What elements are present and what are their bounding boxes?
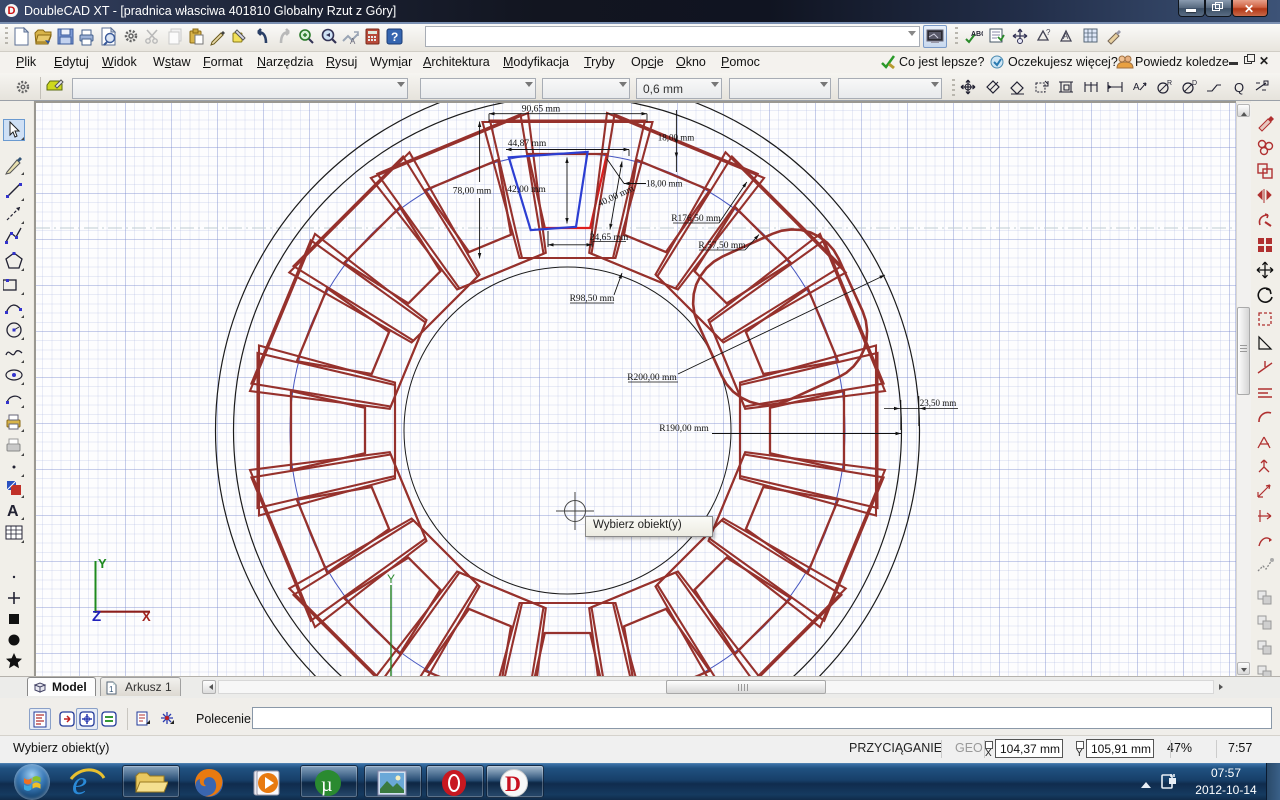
svg-text:R200,00 mm: R200,00 mm — [627, 373, 677, 383]
svg-text:1: 1 — [109, 685, 114, 694]
svg-text:µ: µ — [321, 774, 333, 796]
svg-text:Y: Y — [1076, 748, 1083, 758]
svg-text:A: A — [1133, 82, 1140, 93]
svg-text:A: A — [7, 503, 19, 520]
svg-text:D: D — [1192, 80, 1197, 87]
svg-text:R190,00 mm: R190,00 mm — [659, 424, 709, 434]
svg-text:23,50 mm: 23,50 mm — [920, 398, 957, 408]
svg-text:?: ? — [391, 30, 398, 44]
svg-text:42,00 mm: 42,00 mm — [507, 185, 546, 195]
svg-text:Z: Z — [92, 608, 101, 625]
svg-text:ABC: ABC — [971, 31, 983, 38]
svg-text:A: A — [1063, 32, 1069, 41]
svg-text:Y: Y — [98, 556, 107, 571]
svg-text:90,65 mm: 90,65 mm — [522, 105, 561, 115]
svg-text:18,00 mm: 18,00 mm — [646, 179, 683, 189]
svg-text:R: R — [1167, 80, 1172, 87]
svg-text:R,57,50 mm: R,57,50 mm — [698, 241, 746, 251]
svg-text:A: A — [350, 37, 356, 46]
svg-text:X: X — [142, 609, 151, 624]
svg-text:Q: Q — [1234, 80, 1244, 95]
svg-text:Y: Y — [387, 572, 395, 586]
svg-text:78,00 mm: 78,00 mm — [453, 187, 492, 197]
svg-text:R176,50 mm: R176,50 mm — [671, 214, 721, 224]
svg-text:?: ? — [1046, 28, 1051, 37]
svg-text:R98,50 mm: R98,50 mm — [570, 294, 615, 304]
svg-text:X: X — [985, 748, 992, 758]
svg-text:44,87 mm: 44,87 mm — [508, 139, 547, 149]
